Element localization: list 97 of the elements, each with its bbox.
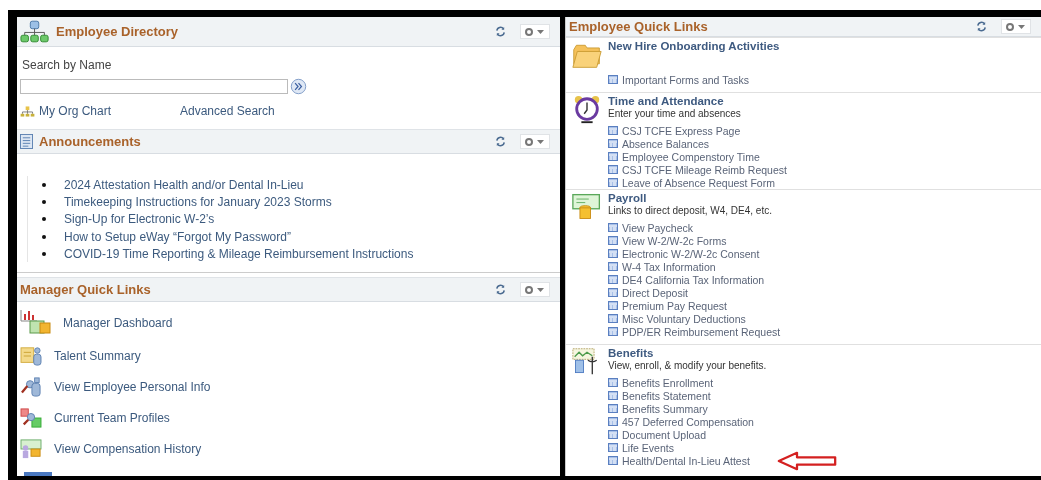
refresh-icon[interactable] <box>976 21 987 32</box>
page-icon <box>608 126 618 135</box>
manager-link[interactable]: Current Team Profiles <box>54 410 170 425</box>
announcement-link[interactable]: 2024 Attestation Health and/or Dental In-Lieu <box>64 177 304 192</box>
field-label: Search by Name <box>22 58 113 72</box>
search-field[interactable] <box>20 79 288 94</box>
bullet-icon <box>42 199 46 204</box>
dashboard-icon <box>20 309 52 337</box>
manager-link[interactable]: Manager Dashboard <box>63 316 173 330</box>
quick-link[interactable]: Leave of Absence Request Form <box>608 176 775 189</box>
quick-link[interactable]: 457 Deferred Compensation <box>608 415 754 428</box>
quick-link[interactable]: Important Forms and Tasks <box>608 73 750 86</box>
quick-link[interactable]: DE4 California Tax Information <box>608 273 765 286</box>
org-chart-icon <box>20 105 35 117</box>
section-title[interactable]: Time and Attendance <box>608 95 787 108</box>
bullet-icon <box>42 217 46 222</box>
announcement-link[interactable]: COVID-19 Time Reporting & Mileage Reimbursement Instructions <box>64 246 414 261</box>
page-icon <box>608 165 618 174</box>
list-icon <box>20 134 33 149</box>
alarm-clock-icon <box>572 95 602 125</box>
settings-menu-button[interactable] <box>520 282 550 297</box>
section-title[interactable]: New Hire Onboarding Activities <box>608 40 780 53</box>
quick-link[interactable]: CSJ TCFE Mileage Reimb Request <box>608 163 787 176</box>
quick-link[interactable]: Direct Deposit <box>608 286 688 299</box>
settings-menu-button[interactable] <box>1001 19 1031 34</box>
person-search-icon <box>20 376 42 397</box>
quick-link[interactable]: Electronic W-2/W-2c Consent <box>608 247 760 260</box>
quick-link[interactable]: Misc Voluntary Deductions <box>608 312 746 325</box>
search-go-icon[interactable] <box>290 78 307 95</box>
section-title[interactable]: Payroll <box>608 192 781 205</box>
section-description: Links to direct deposit, W4, DE4, etc. <box>608 205 773 216</box>
gear-caret-icon <box>524 136 546 147</box>
settings-menu-button[interactable] <box>520 24 550 39</box>
quick-link[interactable]: PDP/ER Reimbursement Request <box>608 325 781 338</box>
page-icon <box>608 456 618 465</box>
panel-title: Employee Directory <box>56 24 179 39</box>
page-icon <box>608 378 618 387</box>
check-coins-icon <box>572 192 602 222</box>
quick-link[interactable]: W-4 Tax Information <box>608 260 716 273</box>
page-icon <box>608 152 618 161</box>
announcement-link[interactable]: Timekeeping Instructions for January 2023 Storms <box>64 194 332 209</box>
page-icon <box>608 236 618 245</box>
panel-title: Manager Quick Links <box>20 282 151 297</box>
section-description: View, enroll, & modify your benefits. <box>608 360 768 371</box>
announcement-link[interactable]: How to Setup eWay “Forgot My Password” <box>64 229 291 244</box>
quick-link[interactable]: Premium Pay Request <box>608 299 728 312</box>
page-icon <box>608 327 618 336</box>
page-icon <box>608 75 618 84</box>
advanced-search-link[interactable]: Advanced Search <box>180 104 275 118</box>
bullet-icon <box>42 182 46 187</box>
panel-title: Employee Quick Links <box>569 19 708 34</box>
quick-link[interactable]: View W-2/W-2c Forms <box>608 234 727 247</box>
page-icon <box>608 139 618 148</box>
page-icon <box>608 301 618 310</box>
page-icon <box>608 288 618 297</box>
org-chart-link[interactable]: My Org Chart <box>39 104 111 118</box>
section-description: Enter your time and absences <box>608 108 742 119</box>
compensation-icon <box>20 438 42 459</box>
page-icon <box>608 391 618 400</box>
page-icon <box>608 417 618 426</box>
settings-menu-button[interactable] <box>520 134 550 149</box>
profile-card-icon <box>20 345 42 366</box>
gear-caret-icon <box>1005 21 1027 32</box>
refresh-icon[interactable] <box>495 26 506 37</box>
quick-link[interactable]: Absence Balances <box>608 137 709 150</box>
page-icon <box>608 404 618 413</box>
page-icon <box>608 443 618 452</box>
quick-link[interactable]: Benefits Summary <box>608 402 708 415</box>
quick-link[interactable]: Benefits Enrollment <box>608 376 714 389</box>
quick-link[interactable]: Employee Compenstory Time <box>608 150 760 163</box>
page-icon <box>608 275 618 284</box>
page-icon <box>608 249 618 258</box>
manager-link[interactable]: Talent Summary <box>54 348 141 363</box>
bullet-icon <box>42 234 46 239</box>
gear-caret-icon <box>524 284 546 295</box>
page-icon <box>608 178 618 187</box>
manager-link[interactable]: View Compensation History <box>54 441 202 456</box>
page-icon <box>608 430 618 439</box>
panel-title: Announcements <box>39 134 141 149</box>
page-icon <box>608 314 618 323</box>
quick-link[interactable]: View Paycheck <box>608 221 693 234</box>
manager-link[interactable]: View Employee Personal Info <box>54 379 211 394</box>
section-title[interactable]: Benefits <box>608 347 840 360</box>
quick-link[interactable]: Life Events <box>608 441 674 454</box>
quick-link[interactable]: Benefits Statement <box>608 389 711 402</box>
org-chart-icon <box>20 20 50 43</box>
quick-link[interactable]: Health/Dental In-Lieu Attest <box>608 454 750 467</box>
quick-link[interactable]: Document Upload <box>608 428 707 441</box>
refresh-icon[interactable] <box>495 136 506 147</box>
refresh-icon[interactable] <box>495 284 506 295</box>
quick-link[interactable]: CSJ TCFE Express Page <box>608 124 741 137</box>
team-profile-icon <box>20 407 42 428</box>
announcement-link[interactable]: Sign-Up for Electronic W-2’s <box>64 212 215 227</box>
gear-caret-icon <box>524 26 546 37</box>
page-icon <box>608 262 618 271</box>
page-icon <box>608 223 618 232</box>
bullet-icon <box>42 251 46 256</box>
